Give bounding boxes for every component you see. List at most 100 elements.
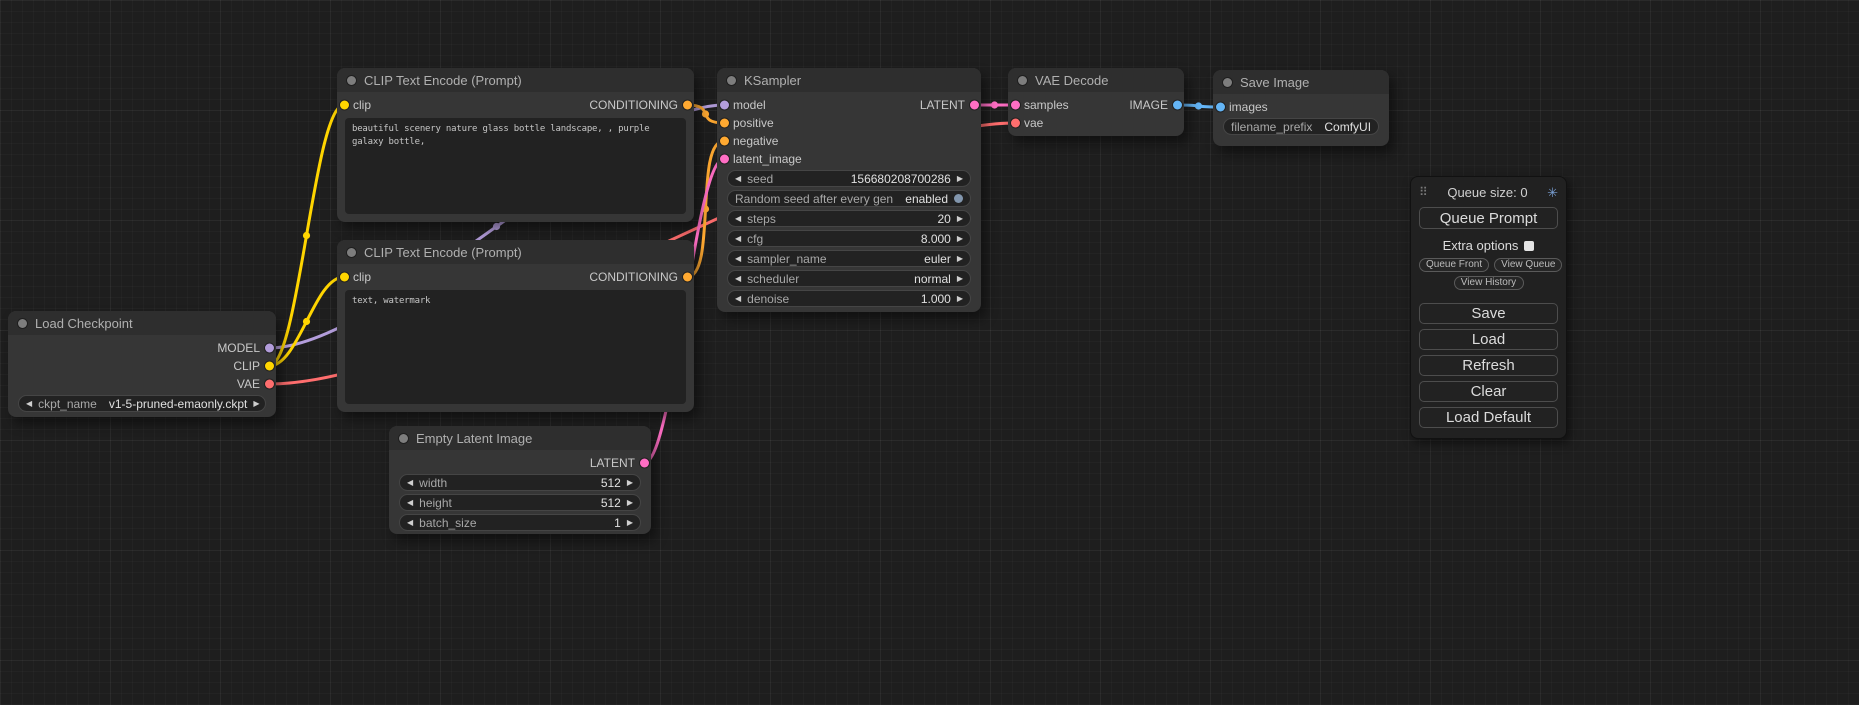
drag-handle-icon[interactable]: ⠿ [1419, 186, 1428, 198]
output-slot-CLIP-dot[interactable] [265, 362, 274, 371]
collapse-dot-icon[interactable] [399, 434, 408, 443]
widget-steps[interactable]: ◀steps20▶ [727, 210, 971, 227]
input-slot-samples-dot[interactable] [1011, 101, 1020, 110]
increment-arrow-icon[interactable]: ▶ [957, 255, 963, 263]
queue-prompt-button[interactable]: Queue Prompt [1419, 207, 1558, 229]
input-slot-clip-dot[interactable] [340, 101, 349, 110]
widget-width[interactable]: ◀width512▶ [399, 474, 641, 491]
decrement-arrow-icon[interactable]: ◀ [735, 175, 741, 183]
input-slot-model-dot[interactable] [720, 101, 729, 110]
widget-value: ComfyUI [1324, 120, 1371, 134]
increment-arrow-icon[interactable]: ▶ [957, 175, 963, 183]
widget-ckpt-name[interactable]: ◀ckpt_namev1-5-pruned-emaonly.ckpt▶ [18, 395, 266, 412]
increment-arrow-icon[interactable]: ▶ [957, 215, 963, 223]
view-queue-button[interactable]: View Queue [1494, 258, 1562, 272]
widget-label: Random seed after every gen [735, 192, 893, 206]
output-slot-IMAGE-dot[interactable] [1173, 101, 1182, 110]
increment-arrow-icon[interactable]: ▶ [253, 400, 259, 408]
node-slots: MODELCLIPVAE [8, 335, 276, 393]
increment-arrow-icon[interactable]: ▶ [627, 499, 633, 507]
toggle-dot-icon[interactable] [954, 194, 963, 203]
output-slot-LATENT-dot[interactable] [970, 101, 979, 110]
widget-label: scheduler [747, 272, 799, 286]
node-empty-latent-image[interactable]: Empty Latent Image LATENT ◀width512▶ ◀heigh… [389, 426, 651, 534]
node-slots: modelLATENTpositivenegativelatent_image [717, 92, 981, 168]
prompt-text-input[interactable]: text, watermark [345, 290, 686, 404]
widget-value: 1.000 [921, 292, 951, 306]
decrement-arrow-icon[interactable]: ◀ [735, 255, 741, 263]
output-slot-label: LATENT [590, 456, 635, 470]
view-history-button[interactable]: View History [1454, 276, 1524, 290]
slot-row: clipCONDITIONING [337, 96, 694, 114]
node-slots: images [1213, 94, 1389, 116]
output-slot-CONDITIONING-dot[interactable] [683, 101, 692, 110]
output-slot-MODEL-dot[interactable] [265, 344, 274, 353]
decrement-arrow-icon[interactable]: ◀ [735, 215, 741, 223]
widget-filename-prefix[interactable]: filename_prefixComfyUI [1223, 118, 1379, 135]
widget-seed[interactable]: ◀seed156680208700286▶ [727, 170, 971, 187]
graph-canvas[interactable]: Load CheckpointMODELCLIPVAE◀ckpt_namev1-… [0, 0, 1859, 705]
widget-denoise[interactable]: ◀denoise1.000▶ [727, 290, 971, 307]
input-slot-positive-dot[interactable] [720, 119, 729, 128]
output-slot-CONDITIONING-dot[interactable] [683, 273, 692, 282]
widget-scheduler[interactable]: ◀ scheduler normal ▶ [727, 270, 971, 287]
collapse-dot-icon[interactable] [727, 76, 736, 85]
decrement-arrow-icon[interactable]: ◀ [407, 479, 413, 487]
node-load-checkpoint[interactable]: Load CheckpointMODELCLIPVAE◀ckpt_namev1-… [8, 311, 276, 417]
node-save-image[interactable]: Save Imageimagesfilename_prefixComfyUI [1213, 70, 1389, 146]
widget-batch-size[interactable]: ◀batch_size1▶ [399, 514, 641, 531]
load-button[interactable]: Load [1419, 329, 1558, 350]
widget-value: normal [914, 272, 951, 286]
node-title-label: Load Checkpoint [35, 316, 133, 331]
collapse-dot-icon[interactable] [18, 319, 27, 328]
input-slot-negative-dot[interactable] [720, 137, 729, 146]
input-slot-vae-dot[interactable] [1011, 119, 1020, 128]
node-ksampler[interactable]: KSamplermodelLATENTpositivenegativelaten… [717, 68, 981, 312]
clear-button[interactable]: Clear [1419, 381, 1558, 402]
input-slot-latent_image-dot[interactable] [720, 155, 729, 164]
widget-random-seed-after-every-gen[interactable]: Random seed after every genenabled [727, 190, 971, 207]
node-slots: clipCONDITIONING [337, 264, 694, 286]
save-button[interactable]: Save [1419, 303, 1558, 324]
widget-value: euler [924, 252, 951, 266]
node-vae-decode[interactable]: VAE DecodesamplesIMAGEvae [1008, 68, 1184, 136]
slot-row: vae [1008, 114, 1184, 132]
settings-gear-icon[interactable]: ✳ [1547, 186, 1558, 199]
output-slot-LATENT-dot[interactable] [640, 459, 649, 468]
widget-value: 8.000 [921, 232, 951, 246]
collapse-dot-icon[interactable] [1223, 78, 1232, 87]
extra-options-checkbox[interactable] [1524, 241, 1534, 251]
refresh-button[interactable]: Refresh [1419, 355, 1558, 376]
decrement-arrow-icon[interactable]: ◀ [407, 519, 413, 527]
widget-value: v1-5-pruned-emaonly.ckpt [109, 397, 248, 411]
slot-row: samplesIMAGE [1008, 96, 1184, 114]
queue-front-button[interactable]: Queue Front [1419, 258, 1489, 272]
prompt-text-input[interactable]: beautiful scenery nature glass bottle la… [345, 118, 686, 214]
input-slot-images-dot[interactable] [1216, 103, 1225, 112]
input-slot-label: clip [353, 98, 371, 112]
collapse-dot-icon[interactable] [347, 76, 356, 85]
decrement-arrow-icon[interactable]: ◀ [735, 235, 741, 243]
decrement-arrow-icon[interactable]: ◀ [735, 295, 741, 303]
collapse-dot-icon[interactable] [347, 248, 356, 257]
widget-height[interactable]: ◀height512▶ [399, 494, 641, 511]
widget-cfg[interactable]: ◀ cfg 8.000 ▶ [727, 230, 971, 247]
node-clip-text-encode-positive[interactable]: CLIP Text Encode (Prompt)clipCONDITIONIN… [337, 68, 694, 222]
nodes-layer: Load CheckpointMODELCLIPVAE◀ckpt_namev1-… [0, 0, 1859, 705]
widget-sampler-name[interactable]: ◀sampler_nameeuler▶ [727, 250, 971, 267]
increment-arrow-icon[interactable]: ▶ [957, 275, 963, 283]
output-slot-VAE-dot[interactable] [265, 380, 274, 389]
increment-arrow-icon[interactable]: ▶ [627, 519, 633, 527]
decrement-arrow-icon[interactable]: ◀ [407, 499, 413, 507]
node-clip-text-encode-negative[interactable]: CLIP Text Encode (Prompt)clipCONDITIONIN… [337, 240, 694, 412]
increment-arrow-icon[interactable]: ▶ [627, 479, 633, 487]
input-slot-clip-dot[interactable] [340, 273, 349, 282]
decrement-arrow-icon[interactable]: ◀ [26, 400, 32, 408]
increment-arrow-icon[interactable]: ▶ [957, 235, 963, 243]
increment-arrow-icon[interactable]: ▶ [957, 295, 963, 303]
widget-label: cfg [747, 232, 763, 246]
node-title-bar: Empty Latent Image [389, 426, 651, 450]
decrement-arrow-icon[interactable]: ◀ [735, 275, 741, 283]
collapse-dot-icon[interactable] [1018, 76, 1027, 85]
load-default-button[interactable]: Load Default [1419, 407, 1558, 428]
